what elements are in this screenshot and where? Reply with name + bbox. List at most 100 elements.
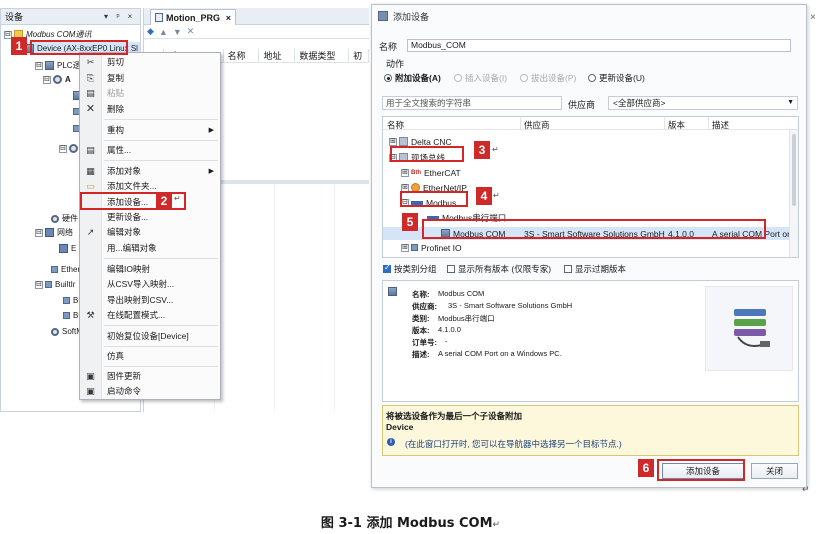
device-list-scrollbar[interactable]: [789, 130, 798, 257]
col-description[interactable]: 描述: [712, 119, 729, 131]
checkbox-show-outdated[interactable]: 显示过期版本: [564, 263, 626, 275]
menu-item-edit-io-mapping[interactable]: 编辑IO映射: [80, 262, 220, 276]
checkbox-show-all-versions[interactable]: 显示所有版本 (仅限专家): [447, 263, 551, 275]
menu-item-paste[interactable]: ▤ 粘贴: [80, 86, 220, 100]
tree-item-label: 网络: [57, 228, 73, 237]
tree-expander[interactable]: ⊞: [389, 137, 397, 146]
radio-append-device[interactable]: 附加设备(A): [384, 72, 441, 84]
network-icon: [45, 228, 54, 237]
tree-expander[interactable]: ⊟: [389, 153, 397, 162]
tree-expander[interactable]: ⊟: [35, 61, 43, 70]
pane-dropdown-icon[interactable]: ▾: [100, 12, 112, 21]
dialog-title: 添加设备: [393, 11, 430, 22]
tree-expander[interactable]: ⊞: [401, 168, 409, 177]
list-row-fieldbus[interactable]: ⊟ 现场总线: [389, 151, 445, 164]
delete-icon[interactable]: ✕: [187, 26, 195, 37]
list-row-label: Modbus串行端口: [442, 212, 507, 223]
move-down-icon[interactable]: ▼: [173, 27, 182, 37]
grid-col-address[interactable]: 地址: [259, 49, 296, 62]
menu-item-refactor[interactable]: 重构 ▶: [80, 123, 220, 137]
menu-item-update-device[interactable]: 更新设备...: [80, 210, 220, 224]
tree-item-ethernet-child[interactable]: E: [59, 242, 76, 255]
device-name-input[interactable]: Modbus_COM: [407, 39, 791, 52]
menu-item-reset-origin[interactable]: 初始复位设备[Device]: [80, 329, 220, 343]
menu-item-add-object[interactable]: ▦ 添加对象 ▶: [80, 164, 220, 178]
menu-item-import-csv[interactable]: 从CSV导入映射...: [80, 277, 220, 291]
menu-item-delete[interactable]: ✕ 删除: [80, 102, 220, 116]
menu-item-properties[interactable]: ▤ 属性...: [80, 143, 220, 157]
col-name[interactable]: 名称: [387, 119, 404, 131]
tree-item-hardware[interactable]: 硬件: [51, 212, 78, 225]
info-key: 供应商:: [412, 302, 437, 311]
col-vendor[interactable]: 供应商: [524, 119, 550, 131]
list-row-profinet[interactable]: ⊞ Profinet IO: [401, 243, 462, 252]
menu-item-edit-with[interactable]: 用...编辑对象: [80, 241, 220, 255]
tree-expander[interactable]: ⊞: [401, 243, 409, 252]
tree-expander[interactable]: ⊟: [59, 144, 67, 153]
menu-item-add-folder[interactable]: ▭ 添加文件夹...: [80, 179, 220, 193]
grid-col-datatype[interactable]: 数据类型: [295, 49, 350, 62]
tree-item-network[interactable]: ⊟ 网络: [35, 226, 73, 239]
screenshot-stage: 设备 ▾ ᵖ × ⊟ Modbus COM通讯 ⊟ Device (AX-8xx…: [0, 0, 821, 534]
tab-motion-prg[interactable]: Motion_PRG ×: [150, 9, 236, 25]
radio-unplug-device[interactable]: 拔出设备(P): [520, 72, 576, 84]
list-row-label: Modbus COM: [453, 228, 506, 239]
info-value: 3S - Smart Software Solutions GmbH: [448, 301, 573, 310]
menu-item-edit-object[interactable]: ↗ 编辑对象: [80, 225, 220, 239]
menu-item-simulation[interactable]: 仿真: [80, 349, 220, 363]
move-up-icon[interactable]: ▲: [159, 27, 168, 37]
tree-expander[interactable]: ⊟: [401, 198, 409, 207]
hardware-icon: [51, 214, 59, 223]
add-icon[interactable]: ◆: [147, 26, 154, 37]
checkbox-group-by-category[interactable]: 按类别分组: [383, 263, 437, 275]
device-catalog-list[interactable]: 名称 供应商 版本 描述 ⊞ Delta CNC ⊟ 现场总线 ⊞ Bth Et…: [382, 116, 799, 258]
tab-close-icon[interactable]: ×: [226, 13, 231, 23]
ethernet-icon: [51, 266, 58, 273]
tree-expander[interactable]: ⊟: [43, 75, 51, 84]
radio-label: 拔出设备(P): [531, 73, 577, 83]
tree-item-ethernet[interactable]: Ether: [51, 263, 80, 276]
tree-item-label: A: [65, 75, 71, 84]
menu-item-export-csv[interactable]: 导出映射到CSV...: [80, 293, 220, 307]
tree-expander[interactable]: ⊟: [35, 280, 43, 289]
menu-item-online-config[interactable]: ⚒ 在线配置模式...: [80, 308, 220, 322]
menu-item-firmware-update[interactable]: ▣ 固件更新: [80, 369, 220, 383]
delete-icon: ✕: [85, 102, 96, 115]
close-button[interactable]: 关闭: [751, 463, 798, 479]
grid-col-init[interactable]: 初: [349, 49, 369, 62]
list-row-modbus-serial[interactable]: Modbus串行端口: [427, 211, 506, 224]
tree-expander[interactable]: ⊞: [401, 183, 409, 192]
list-row-delta-cnc[interactable]: ⊞ Delta CNC: [389, 135, 452, 148]
grid-col-name[interactable]: 名称: [224, 49, 260, 62]
tree-item-plc-logic[interactable]: ⊟ PLC逻: [35, 59, 81, 72]
tree-item-builtin[interactable]: ⊟ BuiltIr: [35, 278, 75, 291]
device-info-icon: [388, 287, 397, 296]
tree-expander[interactable]: ⊟: [35, 228, 43, 237]
list-row-modbus[interactable]: ⊟ Modbus: [401, 196, 456, 209]
list-row-ethercat[interactable]: ⊞ Bth EtherCAT: [401, 166, 461, 179]
menu-item-add-device[interactable]: 添加设备...: [80, 195, 220, 209]
submenu-arrow-icon: ▶: [208, 127, 214, 134]
col-version[interactable]: 版本: [668, 119, 685, 131]
vendor-select[interactable]: <全部供应商> ▼: [608, 96, 798, 110]
list-row-ethernetip[interactable]: ⊞ EtherNet/IP: [401, 181, 467, 194]
scrollbar-thumb[interactable]: [792, 134, 796, 206]
checkbox-label: 按类别分组: [394, 264, 437, 274]
dialog-app-icon: [378, 11, 388, 21]
menu-item-cut[interactable]: ✂ 剪切: [80, 55, 220, 69]
tree-item-application[interactable]: ⊟ A: [43, 73, 71, 86]
radio-update-device[interactable]: 更新设备(U): [588, 72, 645, 84]
pane-close-icon[interactable]: ×: [124, 12, 136, 21]
menu-item-startup-command[interactable]: ▣ 启动命令: [80, 384, 220, 398]
menu-item-copy[interactable]: ⎘ 复制: [80, 71, 220, 85]
tree-item-child[interactable]: ⊟: [59, 142, 81, 155]
fulltext-search-input[interactable]: 用于全文搜索的字符串: [382, 96, 562, 110]
list-row-modbus-com[interactable]: Modbus COM 3S - Smart Software Solutions…: [383, 227, 798, 240]
pane-pin-icon[interactable]: ᵖ: [112, 12, 124, 21]
menu-item-label: 编辑对象: [107, 227, 142, 237]
io-module-icon: [63, 312, 70, 319]
radio-insert-device[interactable]: 插入设备(I): [454, 72, 507, 84]
dialog-close-icon[interactable]: ×: [810, 12, 820, 23]
add-device-button[interactable]: 添加设备: [662, 463, 744, 479]
add-object-icon: ▦: [86, 165, 95, 176]
